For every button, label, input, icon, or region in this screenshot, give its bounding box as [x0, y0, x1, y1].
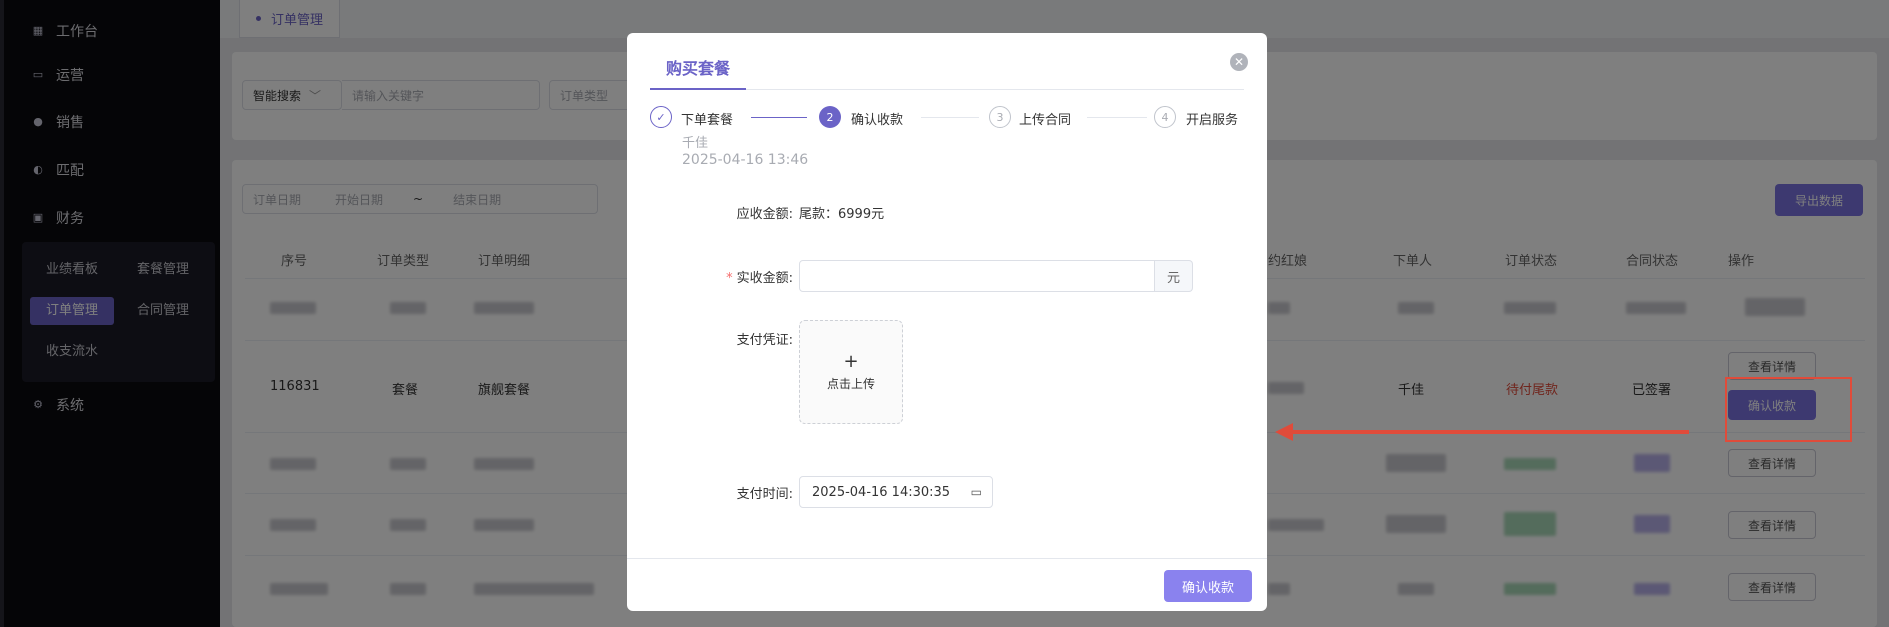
actual-amount-label: * 实收金额:	[687, 267, 793, 286]
voucher-label: 支付凭证:	[736, 333, 793, 348]
step-1-time: 2025-04-16 13:46	[682, 152, 809, 168]
step-4-label: 开启服务	[1186, 113, 1239, 128]
receivable-value: 尾款：6999元	[799, 207, 885, 222]
upload-text: 点击上传	[826, 376, 875, 391]
step-3-circle: 3	[989, 106, 1011, 128]
step-2-label: 确认收款	[851, 113, 904, 128]
dialog-title-underline	[650, 88, 746, 90]
step-1-check-icon: ✓	[650, 106, 672, 128]
annotation-highlight-box	[1725, 377, 1852, 442]
step-1-label: 下单套餐	[681, 113, 734, 128]
step-3-label: 上传合同	[1019, 113, 1072, 128]
pay-time-label: 支付时间:	[736, 487, 793, 502]
dialog-confirm-payment-button[interactable]: 确认收款	[1164, 570, 1252, 602]
pay-time-picker[interactable]: 2025-04-16 14:30:35 ▭	[799, 476, 993, 508]
voucher-upload[interactable]: + 点击上传	[799, 320, 903, 424]
calendar-icon: ▭	[970, 485, 982, 499]
annotation-arrow-head-icon	[1275, 423, 1293, 441]
pay-time-value: 2025-04-16 14:30:35	[812, 484, 951, 500]
dialog-title[interactable]: 购买套餐	[666, 55, 730, 79]
purchase-package-dialog: 购买套餐 ✕ ✓ 下单套餐 2 确认收款 3 上传合同 4 开启服务 千佳 20…	[627, 33, 1267, 611]
step-4-circle: 4	[1154, 106, 1176, 128]
dialog-footer-divider	[627, 558, 1267, 559]
annotation-arrow-line	[1290, 430, 1689, 434]
actual-amount-label-text: 实收金额:	[736, 271, 793, 286]
receivable-label: 应收金额:	[736, 207, 793, 222]
amount-unit: 元	[1155, 260, 1193, 292]
close-icon[interactable]: ✕	[1230, 53, 1248, 71]
step-2-circle: 2	[819, 106, 841, 128]
step-connector	[921, 117, 979, 118]
step-connector	[1087, 117, 1147, 118]
actual-amount-input[interactable]	[799, 260, 1155, 292]
step-connector	[751, 117, 807, 118]
plus-icon: +	[843, 350, 859, 372]
step-1-person: 千佳	[682, 136, 709, 151]
required-mark: *	[726, 271, 733, 286]
